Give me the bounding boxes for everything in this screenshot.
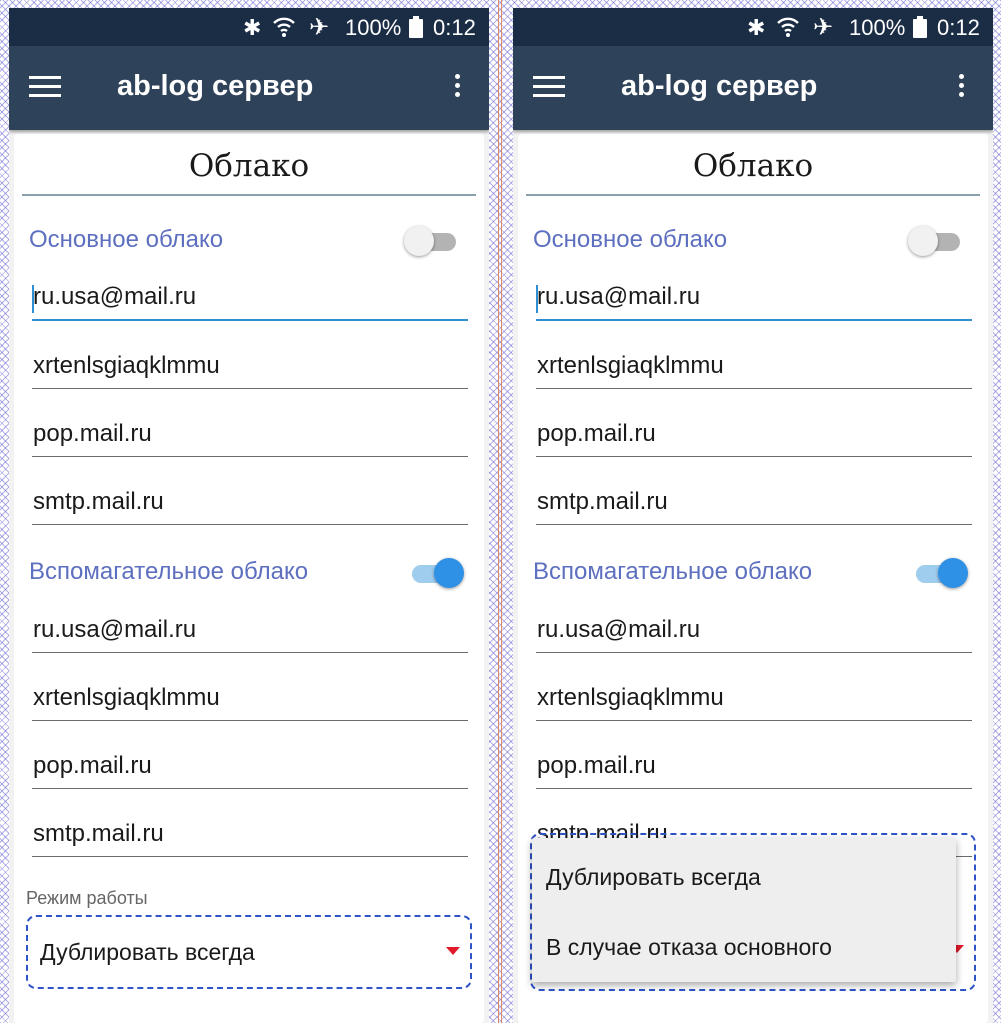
secondary-pop-field[interactable]: pop.mail.ru (32, 748, 468, 789)
secondary-password-field[interactable]: xrtenlsgiaqklmmu (536, 680, 972, 721)
settings-card: Облако Основное облако ru.usa@mail.ru xr… (518, 134, 988, 1023)
overflow-menu-icon[interactable] (447, 74, 467, 104)
phone-screen-left: ✱ ✈ 100% 0:12 ab-log сервер Облако Основ… (9, 8, 489, 1023)
clock: 0:12 (433, 15, 476, 40)
battery-percent: 100% (345, 15, 402, 40)
secondary-email-field[interactable]: ru.usa@mail.ru (536, 612, 972, 653)
primary-cloud-switch[interactable] (404, 226, 460, 256)
bluetooth-icon: ✱ (747, 15, 766, 40)
status-bar: ✱ ✈ 100% 0:12 (513, 8, 993, 46)
title-underline (22, 194, 476, 196)
clock: 0:12 (937, 15, 980, 40)
primary-email-field[interactable]: ru.usa@mail.ru (32, 279, 468, 321)
dropdown-arrow-icon (446, 947, 460, 955)
dropdown-option-always[interactable]: Дублировать всегда (546, 864, 761, 891)
app-toolbar: ab-log сервер (513, 46, 993, 130)
secondary-cloud-label: Вспомагательное облако (29, 558, 309, 585)
dropdown-option-on-failure[interactable]: В случае отказа основного (546, 934, 832, 961)
secondary-cloud-label: Вспомагательное облако (533, 558, 813, 585)
primary-cloud-label: Основное облако (29, 226, 224, 253)
battery-icon (409, 16, 423, 38)
page-title: Облако (188, 148, 310, 184)
title-underline (526, 194, 980, 196)
primary-cloud-switch[interactable] (908, 226, 964, 256)
secondary-pop-field[interactable]: pop.mail.ru (536, 748, 972, 789)
overflow-menu-icon[interactable] (951, 74, 971, 104)
app-toolbar: ab-log сервер (9, 46, 489, 130)
wifi-icon (777, 17, 799, 37)
primary-email-field[interactable]: ru.usa@mail.ru (536, 279, 972, 321)
battery-percent: 100% (849, 15, 906, 40)
mode-label: Режим работы (26, 888, 148, 908)
secondary-cloud-switch[interactable] (914, 558, 970, 588)
mode-selected-value: Дублировать всегда (40, 939, 255, 965)
secondary-smtp-field[interactable]: smtp.mail.ru (32, 816, 468, 857)
primary-pop-field[interactable]: pop.mail.ru (32, 416, 468, 457)
mode-dropdown-popup: Дублировать всегда В случае отказа основ… (532, 838, 956, 982)
airplane-mode-icon: ✈ (309, 14, 330, 41)
hamburger-menu-icon[interactable] (533, 76, 565, 98)
primary-password-field[interactable]: xrtenlsgiaqklmmu (32, 348, 468, 389)
secondary-email-field[interactable]: ru.usa@mail.ru (32, 612, 468, 653)
primary-smtp-field[interactable]: smtp.mail.ru (32, 484, 468, 525)
battery-icon (913, 16, 927, 38)
primary-smtp-field[interactable]: smtp.mail.ru (536, 484, 972, 525)
primary-cloud-label: Основное облако (533, 226, 728, 253)
primary-pop-field[interactable]: pop.mail.ru (536, 416, 972, 457)
secondary-password-field[interactable]: xrtenlsgiaqklmmu (32, 680, 468, 721)
primary-password-field[interactable]: xrtenlsgiaqklmmu (536, 348, 972, 389)
wifi-icon (273, 17, 295, 37)
settings-card: Облако Основное облако ru.usa@mail.ru xr… (14, 134, 484, 1023)
secondary-cloud-switch[interactable] (410, 558, 466, 588)
app-title: ab-log сервер (621, 70, 818, 102)
app-title: ab-log сервер (117, 70, 314, 102)
page-title: Облако (692, 148, 814, 184)
mode-spinner[interactable]: Дублировать всегда (26, 915, 472, 989)
airplane-mode-icon: ✈ (813, 14, 834, 41)
panel-divider (496, 0, 504, 1023)
hamburger-menu-icon[interactable] (29, 76, 61, 98)
phone-screen-right: ✱ ✈ 100% 0:12 ab-log сервер Облако Основ… (513, 8, 993, 1023)
status-bar: ✱ ✈ 100% 0:12 (9, 8, 489, 46)
bluetooth-icon: ✱ (243, 15, 262, 40)
